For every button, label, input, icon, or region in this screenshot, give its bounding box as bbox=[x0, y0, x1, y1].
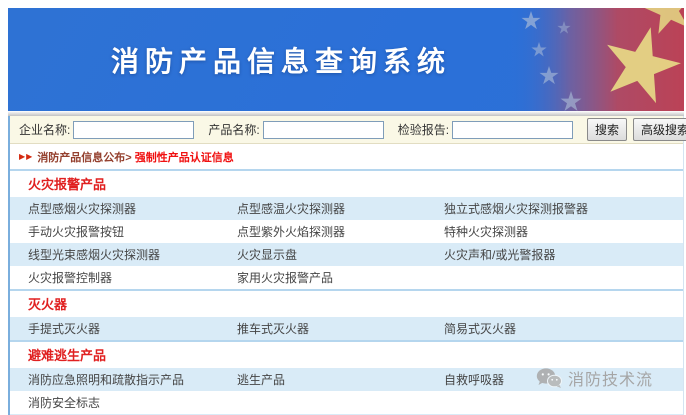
product-link[interactable]: 消防安全标志 bbox=[28, 394, 237, 411]
page-header: 消防产品信息查询系统 bbox=[8, 8, 684, 111]
page-title: 消防产品信息查询系统 bbox=[8, 8, 554, 111]
product-row: 消防安全标志 bbox=[10, 391, 683, 414]
product-link[interactable]: 火灾显示盘 bbox=[237, 246, 444, 263]
product-link[interactable]: 特种火灾探测器 bbox=[444, 223, 683, 240]
product-row: 手提式灭火器 推车式灭火器 简易式灭火器 bbox=[10, 317, 683, 340]
breadcrumb-current: 强制性产品认证信息 bbox=[135, 149, 234, 165]
product-link[interactable]: 推车式灭火器 bbox=[237, 320, 444, 337]
product-row: 手动火灾报警按钮 点型紫外火焰探测器 特种火灾探测器 bbox=[10, 220, 683, 243]
product-row: 线型光束感烟火灾探测器 火灾显示盘 火灾声和/或光警报器 bbox=[10, 243, 683, 266]
company-name-label: 企业名称: bbox=[19, 121, 70, 138]
product-link[interactable]: 点型感温火灾探测器 bbox=[237, 200, 444, 217]
inspection-report-input[interactable] bbox=[452, 121, 573, 139]
product-link[interactable]: 家用火灾报警产品 bbox=[237, 269, 444, 286]
product-link[interactable]: 逃生产品 bbox=[237, 371, 444, 388]
company-name-input[interactable] bbox=[73, 121, 194, 139]
section-escape-products: 避难逃生产品 消防应急照明和疏散指示产品 逃生产品 自救呼吸器 消防安全标志 bbox=[10, 340, 683, 415]
breadcrumb: ▶▶ 消防产品信息公布> 强制性产品认证信息 bbox=[10, 144, 683, 169]
product-link[interactable]: 火灾报警控制器 bbox=[28, 269, 237, 286]
product-name-input[interactable] bbox=[263, 121, 384, 139]
inspection-report-label: 检验报告: bbox=[398, 121, 449, 138]
search-bar: 企业名称: 产品名称: 检验报告: 搜索 高级搜索 bbox=[10, 116, 683, 144]
product-link[interactable]: 手动火灾报警按钮 bbox=[28, 223, 237, 240]
section-heading: 灭火器 bbox=[10, 291, 683, 317]
section-heading: 避难逃生产品 bbox=[10, 342, 683, 368]
fire-product-query-page: 消防产品信息查询系统 企业名称: 产品名称: 检验报告: 搜索 高级搜索 ▶▶ … bbox=[0, 0, 686, 415]
product-link[interactable]: 简易式灭火器 bbox=[444, 320, 683, 337]
product-link[interactable]: 火灾声和/或光警报器 bbox=[444, 246, 683, 263]
product-link[interactable]: 自救呼吸器 bbox=[444, 371, 683, 388]
product-link[interactable]: 点型紫外火焰探测器 bbox=[237, 223, 444, 240]
main-content: 企业名称: 产品名称: 检验报告: 搜索 高级搜索 ▶▶ 消防产品信息公布> 强… bbox=[8, 116, 684, 415]
section-heading: 火灾报警产品 bbox=[10, 171, 683, 197]
search-button[interactable]: 搜索 bbox=[587, 118, 627, 141]
product-link[interactable]: 线型光束感烟火灾探测器 bbox=[28, 246, 237, 263]
product-link[interactable]: 消防应急照明和疏散指示产品 bbox=[28, 371, 237, 388]
breadcrumb-root-link[interactable]: 消防产品信息公布> bbox=[37, 149, 131, 165]
product-row: 点型感烟火灾探测器 点型感温火灾探测器 独立式感烟火灾探测报警器 bbox=[10, 197, 683, 220]
product-row: 消防应急照明和疏散指示产品 逃生产品 自救呼吸器 bbox=[10, 368, 683, 391]
product-link[interactable]: 独立式感烟火灾探测报警器 bbox=[444, 200, 683, 217]
advanced-search-button[interactable]: 高级搜索 bbox=[633, 118, 686, 141]
product-name-label: 产品名称: bbox=[208, 121, 259, 138]
product-row: 火灾报警控制器 家用火灾报警产品 bbox=[10, 266, 683, 289]
product-link[interactable]: 手提式灭火器 bbox=[28, 320, 237, 337]
double-arrow-icon: ▶▶ bbox=[19, 152, 33, 161]
section-fire-extinguishers: 灭火器 手提式灭火器 推车式灭火器 简易式灭火器 bbox=[10, 289, 683, 340]
product-link[interactable]: 点型感烟火灾探测器 bbox=[28, 200, 237, 217]
section-fire-alarm-products: 火灾报警产品 点型感烟火灾探测器 点型感温火灾探测器 独立式感烟火灾探测报警器 … bbox=[10, 169, 683, 289]
